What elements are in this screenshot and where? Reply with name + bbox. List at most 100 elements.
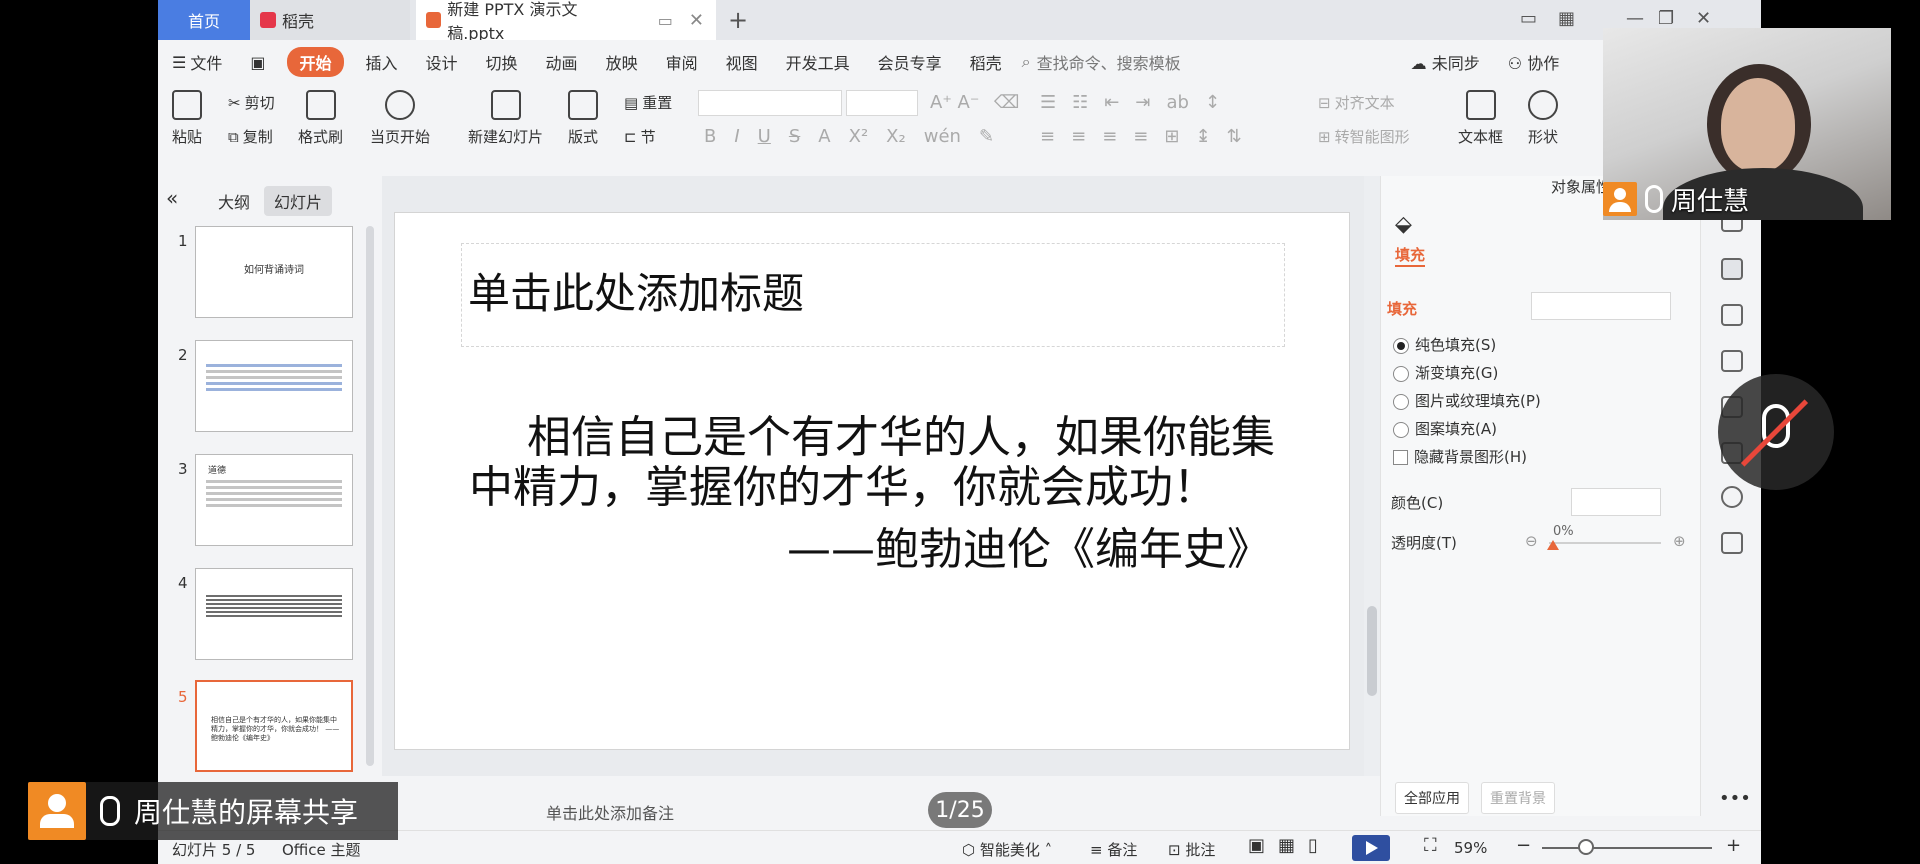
underline-icon[interactable]: U xyxy=(758,126,771,147)
radio-pattern[interactable] xyxy=(1393,421,1409,438)
minimize-icon[interactable]: — xyxy=(1626,8,1644,29)
align-left-icon[interactable]: ≡ xyxy=(1040,126,1055,147)
font-color-icon[interactable]: A xyxy=(818,126,830,147)
menu-developer[interactable]: 开发工具 xyxy=(786,50,850,74)
reset-button[interactable]: ▤ 重置 xyxy=(624,92,672,113)
text-direction-icon[interactable]: ab xyxy=(1166,92,1188,113)
reading-view-icon[interactable]: ▯ xyxy=(1308,835,1318,856)
title-placeholder[interactable]: 单击此处添加标题 xyxy=(461,243,1285,347)
location-icon[interactable] xyxy=(1721,486,1743,508)
numbered-list-icon[interactable]: ☷ xyxy=(1072,92,1088,113)
transition-icon[interactable] xyxy=(1721,350,1743,372)
transparency-slider[interactable] xyxy=(1549,542,1661,544)
indent-increase-icon[interactable]: ⇥ xyxy=(1135,92,1150,113)
properties-header[interactable]: 对象属性 xyxy=(1551,176,1611,197)
menu-start[interactable]: 开始 xyxy=(287,47,344,77)
collab-button[interactable]: ⚇ 协作 xyxy=(1508,50,1559,74)
zoom-in-icon[interactable]: + xyxy=(1726,835,1741,856)
font-family-select[interactable] xyxy=(698,90,842,116)
copy-button[interactable]: ⧉ 复制 xyxy=(228,126,273,147)
sorter-view-icon[interactable]: ▦ xyxy=(1278,835,1295,856)
menu-animation[interactable]: 动画 xyxy=(546,50,578,74)
paste-button[interactable]: 粘贴 xyxy=(172,90,202,147)
slide-thumbnail[interactable]: 如何背诵诗词 xyxy=(195,226,353,318)
bullet-list-icon[interactable]: ☰ xyxy=(1040,92,1056,113)
align-text-button[interactable]: ⊟ 对齐文本 xyxy=(1318,92,1395,113)
restore-icon[interactable]: ❐ xyxy=(1658,8,1674,29)
hide-bg-checkbox[interactable] xyxy=(1393,450,1408,465)
fill-section-title[interactable]: 填充 xyxy=(1387,298,1417,319)
command-search[interactable]: ⌕ 查找命令、搜索模板 xyxy=(1022,50,1181,74)
paragraph-spacing-icon[interactable]: ⇅ xyxy=(1227,126,1242,147)
menu-member[interactable]: 会员专享 xyxy=(878,50,942,74)
hamburger-icon[interactable]: ☰ xyxy=(172,53,186,72)
zoom-slider-handle[interactable] xyxy=(1578,839,1594,855)
superscript-icon[interactable]: X² xyxy=(849,126,869,147)
align-right-icon[interactable]: ≡ xyxy=(1102,126,1117,147)
beautify-button[interactable]: ⬡ 智能美化 ˄ xyxy=(962,839,1052,860)
tab-docer[interactable]: 稻壳 xyxy=(250,0,410,40)
radio-picture[interactable] xyxy=(1393,393,1409,410)
layout-button[interactable]: 版式 xyxy=(568,90,598,147)
distribute-icon[interactable]: ⊞ xyxy=(1164,126,1179,147)
align-center-icon[interactable]: ≡ xyxy=(1071,126,1086,147)
scrollbar-thumb[interactable] xyxy=(1367,606,1377,696)
apps-grid-icon[interactable]: ▦ xyxy=(1558,8,1575,29)
cube-icon[interactable] xyxy=(1721,532,1743,554)
radio-gradient[interactable] xyxy=(1393,365,1409,382)
more-icon[interactable]: ••• xyxy=(1719,788,1751,809)
thumbnail-scrollbar[interactable] xyxy=(366,226,374,766)
menu-view[interactable]: 视图 xyxy=(726,50,758,74)
fill-option-picture[interactable]: 图片或纹理填充(P) xyxy=(1393,390,1541,411)
close-window-icon[interactable]: ✕ xyxy=(1696,8,1711,29)
menu-docer[interactable]: 稻壳 xyxy=(970,50,1002,74)
sync-status[interactable]: ☁ 未同步 xyxy=(1411,50,1480,74)
zoom-level[interactable]: 59% xyxy=(1454,839,1487,857)
save-icon[interactable]: ▣ xyxy=(250,53,265,72)
transparency-increase-icon[interactable]: ⊕ xyxy=(1673,532,1686,550)
sort-icon[interactable]: ↕ xyxy=(1205,92,1220,113)
reset-background-button[interactable]: 重置背景 xyxy=(1481,782,1555,814)
transparency-decrease-icon[interactable]: ⊖ xyxy=(1525,532,1538,550)
normal-view-icon[interactable]: ▣ xyxy=(1248,835,1265,856)
slide-thumbnail[interactable] xyxy=(195,340,353,432)
new-slide-button[interactable]: 新建幻灯片 xyxy=(468,90,543,147)
font-size-select[interactable] xyxy=(846,90,918,116)
hide-bg-graphics[interactable]: 隐藏背景图形(H) xyxy=(1393,446,1527,467)
format-painter-button[interactable]: 格式刷 xyxy=(298,90,343,147)
slide-body-text[interactable]: 相信自己是个有才华的人，如果你能集 中精力，掌握你的才华，你就会成功！ xyxy=(469,413,1289,513)
menu-insert[interactable]: 插入 xyxy=(366,50,398,74)
slide-thumbnail[interactable]: 道德 xyxy=(195,454,353,546)
slide-thumbnail-active[interactable]: 相信自己是个有才华的人，如果你能集中精力，掌握你的才华，你就会成功！ ——鲍勃迪… xyxy=(195,680,353,772)
color-picker[interactable] xyxy=(1571,488,1661,516)
menu-transition[interactable]: 切换 xyxy=(486,50,518,74)
fill-type-select[interactable] xyxy=(1531,292,1671,320)
slide-canvas[interactable]: 单击此处添加标题 相信自己是个有才华的人，如果你能集 中精力，掌握你的才华，你就… xyxy=(394,212,1350,750)
monitor-icon[interactable]: ▭ xyxy=(658,11,673,30)
properties-sliders-icon[interactable] xyxy=(1721,258,1743,280)
menu-review[interactable]: 审阅 xyxy=(666,50,698,74)
section-button[interactable]: ⊏ 节 xyxy=(624,126,656,147)
menu-slideshow[interactable]: 放映 xyxy=(606,50,638,74)
bold-icon[interactable]: B xyxy=(704,126,716,147)
play-from-current-button[interactable]: 当页开始 xyxy=(370,90,430,147)
add-tab-icon[interactable]: + xyxy=(728,6,748,34)
collapse-panel-icon[interactable]: « xyxy=(166,186,178,210)
fill-option-gradient[interactable]: 渐变填充(G) xyxy=(1393,362,1498,383)
tab-home[interactable]: 首页 xyxy=(158,0,250,40)
shape-button[interactable]: 形状 xyxy=(1528,90,1558,147)
menu-design[interactable]: 设计 xyxy=(426,50,458,74)
clear-format-icon[interactable]: ⌫ xyxy=(994,92,1019,113)
line-spacing-icon[interactable]: ↨ xyxy=(1195,126,1210,147)
menu-file[interactable]: 文件 xyxy=(190,50,222,74)
smart-art-button[interactable]: ⊞ 转智能图形 xyxy=(1318,126,1410,147)
notes-area[interactable]: 单击此处添加备注 xyxy=(380,792,1360,828)
subscript-icon[interactable]: X₂ xyxy=(886,126,906,147)
font-grow-icon[interactable]: A⁺ A⁻ xyxy=(930,92,979,113)
apply-all-button[interactable]: 全部应用 xyxy=(1395,782,1469,814)
tab-document[interactable]: 新建 PPTX 演示文稿.pptx ▭ ✕ xyxy=(416,0,716,43)
transparency-slider-handle[interactable] xyxy=(1547,540,1559,550)
indent-decrease-icon[interactable]: ⇤ xyxy=(1104,92,1119,113)
tab-fill[interactable]: 填充 xyxy=(1395,244,1426,267)
zoom-slider[interactable] xyxy=(1542,847,1712,849)
